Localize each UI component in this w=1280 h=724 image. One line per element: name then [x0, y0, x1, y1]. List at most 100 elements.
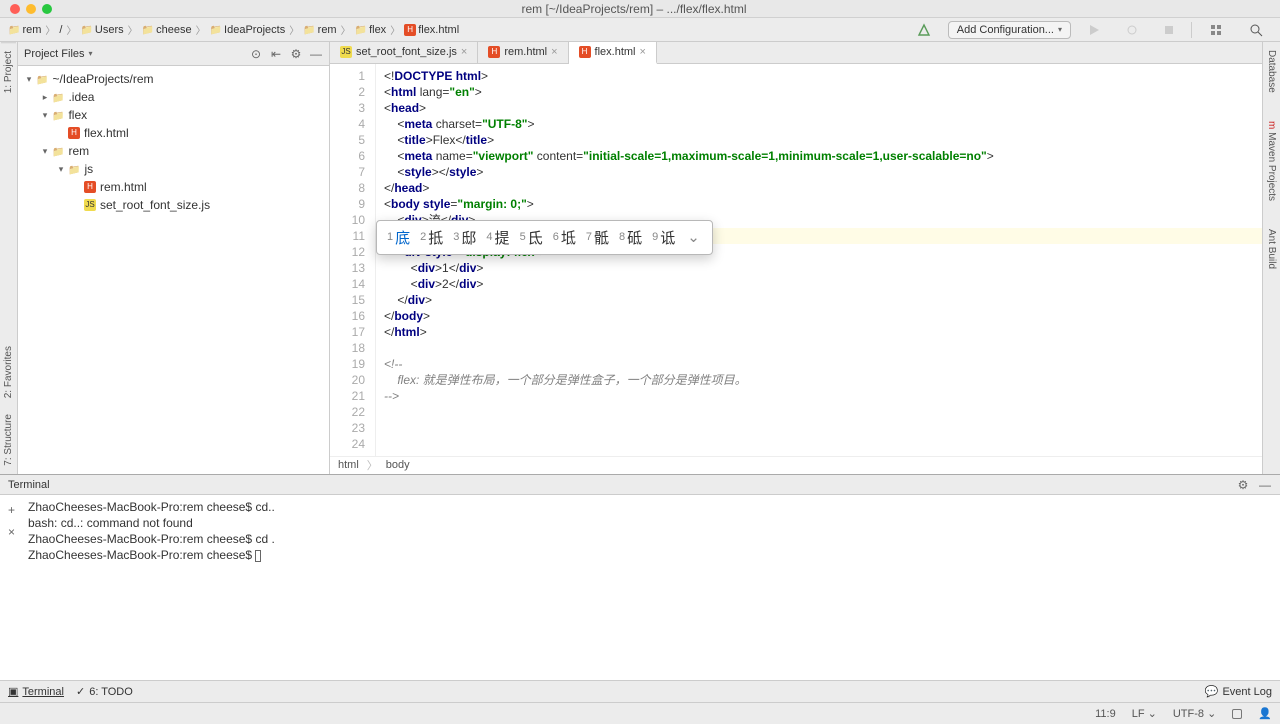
chevron-down-icon[interactable]: ⌄	[681, 228, 706, 246]
line-gutter: 123456789101112131415161718192021222324	[330, 64, 376, 456]
add-configuration-button[interactable]: Add Configuration... ▾	[948, 21, 1071, 39]
tree-item-flex-html[interactable]: H flex.html	[18, 124, 329, 142]
project-tool-tab[interactable]: 1: Project	[1, 42, 16, 101]
bottom-tab-terminal[interactable]: ▣ Terminal	[8, 685, 64, 698]
lock-icon[interactable]	[1232, 709, 1242, 719]
minimize-window-icon[interactable]	[26, 4, 36, 14]
folder-icon	[303, 24, 315, 36]
close-icon[interactable]: ×	[551, 46, 557, 58]
tab-flex-html[interactable]: H flex.html ×	[569, 42, 657, 64]
maven-tab[interactable]: m Maven Projects	[1264, 113, 1279, 209]
gear-icon[interactable]: ⚙	[1236, 478, 1250, 492]
chevron-right-icon: 〉	[45, 22, 55, 37]
collapse-icon[interactable]: ⇤	[269, 47, 283, 61]
debug-button[interactable]	[1117, 21, 1147, 39]
close-window-icon[interactable]	[10, 4, 20, 14]
ime-candidate[interactable]: 4提	[482, 225, 513, 250]
html-file-icon: H	[84, 181, 96, 193]
folder-icon	[36, 72, 48, 86]
window-title: rem [~/IdeaProjects/rem] – .../flex/flex…	[58, 2, 1210, 16]
ime-candidate[interactable]: 8砥	[615, 225, 646, 250]
status-encoding[interactable]: UTF-8 ⌄	[1173, 707, 1216, 720]
breadcrumb-path-item[interactable]: body	[386, 459, 410, 471]
folder-icon	[52, 108, 64, 122]
editor-breadcrumb: html 〉 body	[330, 456, 1262, 474]
close-terminal-icon[interactable]: ×	[8, 525, 28, 539]
maximize-window-icon[interactable]	[42, 4, 52, 14]
tree-item-rem[interactable]: ▾ rem	[18, 142, 329, 160]
gear-icon[interactable]: ⚙	[289, 47, 303, 61]
expand-arrow-icon[interactable]: ▸	[40, 92, 50, 103]
breadcrumb-item[interactable]: flex	[355, 24, 387, 36]
expand-arrow-icon[interactable]: ▾	[40, 146, 50, 157]
folder-icon	[210, 24, 222, 36]
folder-icon	[52, 90, 64, 104]
ime-candidate[interactable]: 7骶	[582, 225, 613, 250]
html-file-icon: H	[68, 127, 80, 139]
inspection-indicator-icon[interactable]: 👤	[1258, 707, 1272, 720]
expand-arrow-icon[interactable]: ▾	[56, 164, 66, 175]
ime-candidate[interactable]: 1底	[383, 225, 414, 250]
breadcrumb-item[interactable]: cheese	[142, 24, 192, 36]
database-tab[interactable]: Database	[1264, 42, 1279, 101]
tab-rem-html[interactable]: H rem.html ×	[478, 42, 568, 63]
js-file-icon: JS	[84, 199, 96, 211]
ime-candidate[interactable]: 2抵	[416, 225, 447, 250]
run-button[interactable]	[1079, 21, 1109, 39]
bottom-tab-todo[interactable]: ✓ 6: TODO	[76, 685, 133, 698]
code-editor[interactable]: 123456789101112131415161718192021222324 …	[330, 64, 1262, 456]
favorites-tab[interactable]: 2: Favorites	[1, 338, 16, 406]
project-panel-title: Project Files	[24, 48, 85, 60]
breadcrumb-item[interactable]: Users	[80, 24, 123, 36]
breadcrumb-item[interactable]: Hflex.html	[404, 24, 459, 36]
breadcrumb-item[interactable]: rem	[8, 24, 41, 36]
terminal-body[interactable]: + × ZhaoCheeses-MacBook-Pro:rem cheese$ …	[0, 495, 1280, 680]
tree-item-flex[interactable]: ▾ flex	[18, 106, 329, 124]
tree-item-idea[interactable]: ▸ .idea	[18, 88, 329, 106]
close-icon[interactable]: ×	[640, 46, 646, 58]
tree-root[interactable]: ▾ ~/IdeaProjects/rem	[18, 70, 329, 88]
ime-candidate-popup[interactable]: 1底2抵3邸4提5氐6坻7骶8砥9诋⌄	[376, 220, 713, 255]
add-terminal-icon[interactable]: +	[8, 503, 28, 517]
structure-button[interactable]	[1200, 20, 1232, 40]
todo-icon: ✓	[76, 685, 85, 698]
breadcrumb-path-item[interactable]: html	[338, 459, 359, 471]
hide-icon[interactable]: —	[309, 47, 323, 61]
expand-arrow-icon[interactable]: ▾	[24, 74, 34, 85]
breadcrumb-item[interactable]: rem	[303, 24, 336, 36]
js-file-icon: JS	[340, 46, 352, 58]
breadcrumb-item[interactable]: /	[59, 24, 62, 36]
event-log-button[interactable]: 💬 Event Log	[1205, 685, 1272, 698]
ime-candidate[interactable]: 6坻	[549, 225, 580, 250]
search-button[interactable]	[1240, 20, 1272, 40]
breadcrumb: rem 〉 / 〉 Users 〉 cheese 〉 IdeaProjects …	[8, 22, 459, 37]
chevron-right-icon: 〉	[66, 22, 76, 37]
folder-icon	[355, 24, 367, 36]
tree-item-rem-html[interactable]: H rem.html	[18, 178, 329, 196]
tree-item-set-root-js[interactable]: JS set_root_font_size.js	[18, 196, 329, 214]
status-position[interactable]: 11:9	[1095, 708, 1116, 720]
ime-candidate[interactable]: 9诋	[648, 225, 679, 250]
folder-icon	[8, 24, 20, 36]
html-file-icon: H	[579, 46, 591, 58]
structure-tab[interactable]: 7: Structure	[1, 406, 16, 474]
breadcrumb-item[interactable]: IdeaProjects	[210, 24, 286, 36]
tab-set-root-font-size[interactable]: JS set_root_font_size.js ×	[330, 42, 478, 63]
expand-arrow-icon[interactable]: ▾	[40, 110, 50, 121]
build-button[interactable]	[908, 20, 940, 40]
tree-item-js[interactable]: ▾ js	[18, 160, 329, 178]
close-icon[interactable]: ×	[461, 46, 467, 58]
ime-candidate[interactable]: 5氐	[516, 225, 547, 250]
folder-icon	[142, 24, 154, 36]
ant-build-tab[interactable]: Ant Build	[1264, 221, 1279, 277]
chevron-down-icon: ▾	[1058, 25, 1062, 34]
hide-icon[interactable]: —	[1258, 478, 1272, 492]
folder-icon	[68, 162, 80, 176]
folder-icon	[80, 24, 92, 36]
target-icon[interactable]: ⊙	[249, 47, 263, 61]
status-line-separator[interactable]: LF ⌄	[1132, 707, 1157, 720]
stop-button[interactable]	[1155, 22, 1183, 38]
ime-candidate[interactable]: 3邸	[449, 225, 480, 250]
chevron-down-icon[interactable]: ▾	[89, 49, 93, 58]
folder-icon	[52, 144, 64, 158]
